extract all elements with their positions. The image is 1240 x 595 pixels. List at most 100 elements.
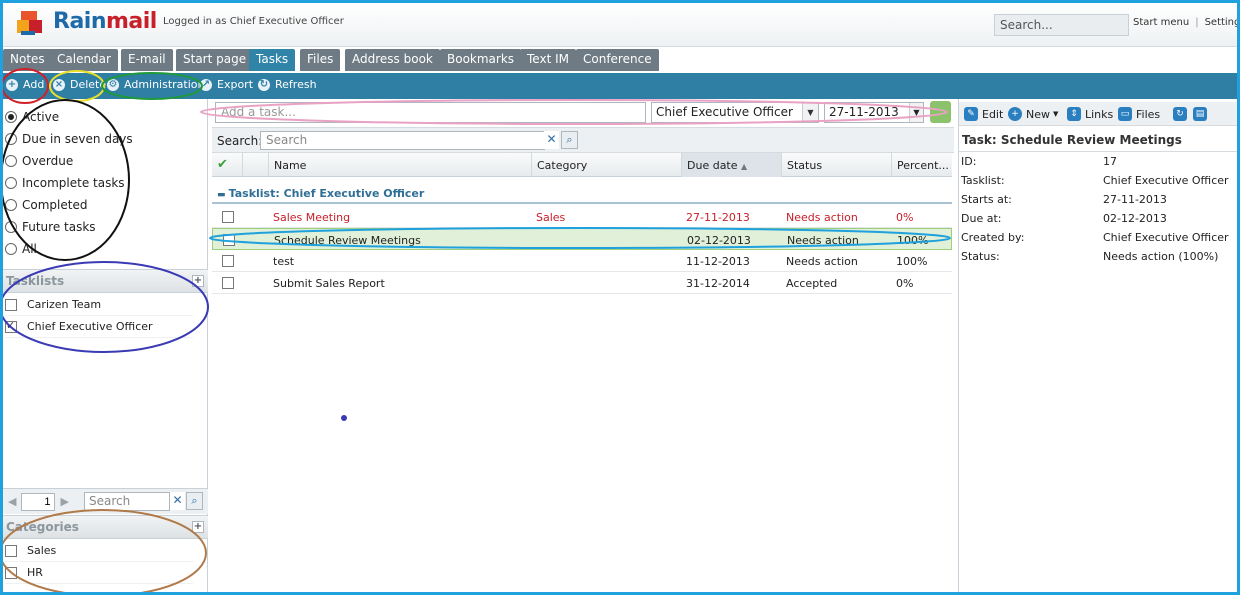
field-label: Tasklist: bbox=[961, 174, 1005, 187]
tab-tasks[interactable]: Tasks bbox=[249, 49, 296, 71]
check-all-icon[interactable]: ✔ bbox=[212, 153, 242, 177]
clear-search-icon[interactable]: ✕ bbox=[170, 492, 185, 510]
row-checkbox[interactable] bbox=[222, 211, 234, 223]
tasklist-label: Carizen Team bbox=[27, 298, 102, 311]
group-row[interactable]: ▬ Tasklist: Chief Executive Officer bbox=[212, 184, 952, 204]
tab-notes[interactable]: Notes bbox=[3, 49, 52, 71]
row-checkbox[interactable] bbox=[222, 255, 234, 267]
add-button[interactable]: + Add bbox=[6, 78, 44, 91]
row-checkbox[interactable] bbox=[222, 277, 234, 289]
tasklist-item-ceo[interactable]: Chief Executive Officer bbox=[5, 316, 193, 338]
search-icon[interactable]: ⌕ bbox=[561, 131, 578, 149]
category-item-sales[interactable]: Sales bbox=[5, 540, 193, 562]
group-label: Tasklist: Chief Executive Officer bbox=[228, 187, 425, 200]
table-row[interactable]: Sales Meeting Sales 27-11-2013 Needs act… bbox=[212, 206, 952, 228]
delete-button[interactable]: × Delete bbox=[53, 78, 106, 91]
filter-all[interactable]: All bbox=[5, 238, 37, 260]
files-button[interactable]: ▭ Files bbox=[1118, 107, 1160, 121]
tab-bookmarks[interactable]: Bookmarks bbox=[440, 49, 522, 71]
radio-button[interactable] bbox=[5, 199, 17, 211]
prev-page-icon[interactable]: ◀ bbox=[8, 495, 16, 508]
collapse-group-icon[interactable]: ▬ bbox=[217, 190, 229, 200]
add-task-input[interactable]: Add a task... bbox=[215, 102, 646, 123]
col-name[interactable]: Name bbox=[268, 153, 531, 177]
chevron-down-icon[interactable]: ▼ bbox=[802, 103, 818, 122]
global-search-input[interactable]: Search... bbox=[994, 14, 1129, 36]
rainmail-logo-icon bbox=[17, 11, 42, 35]
next-page-icon[interactable]: ▶ bbox=[60, 495, 68, 508]
search-icon[interactable]: ⌕ bbox=[186, 492, 203, 510]
task-status: Needs action bbox=[787, 234, 859, 247]
filter-completed[interactable]: Completed bbox=[5, 194, 87, 216]
owner-select[interactable]: Chief Executive Officer ▼ bbox=[651, 102, 819, 123]
radio-button[interactable] bbox=[5, 221, 17, 233]
task-status: Needs action bbox=[786, 211, 858, 224]
filter-incomplete[interactable]: Incomplete tasks bbox=[5, 172, 125, 194]
task-name: Sales Meeting bbox=[273, 211, 351, 224]
filter-label: Incomplete tasks bbox=[22, 176, 125, 190]
tab-text-im[interactable]: Text IM bbox=[520, 49, 576, 71]
grid-search-input[interactable]: Search bbox=[260, 131, 545, 150]
tab-address-book[interactable]: Address book bbox=[345, 49, 440, 71]
start-menu-link[interactable]: Start menu bbox=[1133, 17, 1189, 28]
tab-files[interactable]: Files bbox=[300, 49, 341, 71]
checkbox[interactable] bbox=[5, 298, 17, 311]
print-button[interactable]: ▤ bbox=[1193, 107, 1211, 121]
calendar-picker-icon[interactable]: ▼ bbox=[909, 103, 923, 122]
tasklists-header: Tasklists + bbox=[3, 269, 208, 293]
filter-future[interactable]: Future tasks bbox=[5, 216, 96, 238]
plus-icon: + bbox=[1008, 107, 1022, 121]
tab-conference[interactable]: Conference bbox=[576, 49, 659, 71]
grid-header: ✔ Name Category Due date ▲ Status Percen… bbox=[212, 153, 952, 177]
checkbox[interactable] bbox=[5, 566, 17, 579]
field-label: Created by: bbox=[961, 231, 1025, 244]
export-button[interactable]: ↗ Export bbox=[200, 78, 253, 91]
export-label: Export bbox=[217, 78, 254, 91]
page-number-input[interactable] bbox=[21, 492, 56, 511]
radio-button[interactable] bbox=[5, 177, 17, 189]
table-row[interactable]: test 11-12-2013 Needs action 100% bbox=[212, 250, 952, 272]
radio-button[interactable] bbox=[5, 155, 17, 167]
field-label: ID: bbox=[961, 155, 977, 168]
add-tasklist-icon[interactable]: + bbox=[192, 275, 204, 287]
table-row[interactable]: Submit Sales Report 31-12-2014 Accepted … bbox=[212, 272, 952, 294]
links-button[interactable]: ⇕ Links bbox=[1067, 107, 1113, 121]
col-status[interactable]: Status bbox=[781, 153, 891, 177]
tasklist-search-input[interactable]: Search bbox=[84, 492, 170, 511]
tab-start-page[interactable]: Start page bbox=[176, 49, 254, 71]
due-date-input[interactable]: 27-11-2013 ▼ bbox=[824, 102, 924, 123]
task-grid-panel: Add a task... Chief Executive Officer ▼ 2… bbox=[212, 99, 954, 592]
filter-overdue[interactable]: Overdue bbox=[5, 150, 73, 172]
radio-button[interactable] bbox=[5, 243, 17, 255]
tasklist-item-carizen-team[interactable]: Carizen Team bbox=[5, 294, 193, 316]
administration-button[interactable]: ⚙ Administration bbox=[107, 78, 205, 91]
radio-button[interactable] bbox=[5, 111, 17, 123]
table-row[interactable]: Schedule Review Meetings 02-12-2013 Need… bbox=[212, 228, 952, 250]
export-icon: ↗ bbox=[200, 78, 212, 91]
edit-button[interactable]: ✎ Edit bbox=[964, 107, 1003, 121]
settings-link[interactable]: Setting bbox=[1205, 17, 1240, 28]
tab-calendar[interactable]: Calendar bbox=[50, 49, 118, 71]
col-percent[interactable]: Percent... bbox=[891, 153, 952, 177]
tab-email[interactable]: E-mail bbox=[121, 49, 173, 71]
task-due: 02-12-2013 bbox=[687, 234, 751, 247]
new-button[interactable]: + New ▼ bbox=[1008, 107, 1058, 121]
refresh-button[interactable]: ↻ Refresh bbox=[258, 78, 317, 91]
reload-detail-button[interactable]: ↻ bbox=[1173, 107, 1191, 121]
delete-label: Delete bbox=[70, 78, 107, 91]
tasklist-pager: ◀ ▶ Search ✕ ⌕ bbox=[3, 488, 208, 514]
clear-search-icon[interactable]: ✕ bbox=[544, 131, 559, 149]
submit-task-button[interactable] bbox=[930, 101, 951, 123]
filter-active[interactable]: Active bbox=[5, 106, 59, 128]
filter-due-seven-days[interactable]: Due in seven days bbox=[5, 128, 133, 150]
checkbox[interactable] bbox=[5, 544, 17, 557]
chevron-down-icon: ▼ bbox=[1053, 110, 1059, 118]
radio-button[interactable] bbox=[5, 133, 17, 145]
col-category[interactable]: Category bbox=[531, 153, 681, 177]
category-item-hr[interactable]: HR bbox=[5, 562, 193, 584]
checkbox[interactable] bbox=[5, 319, 17, 333]
new-label: New bbox=[1026, 107, 1050, 121]
col-due-date[interactable]: Due date ▲ bbox=[681, 153, 781, 177]
add-category-icon[interactable]: + bbox=[192, 521, 204, 533]
row-checkbox[interactable] bbox=[223, 234, 235, 246]
